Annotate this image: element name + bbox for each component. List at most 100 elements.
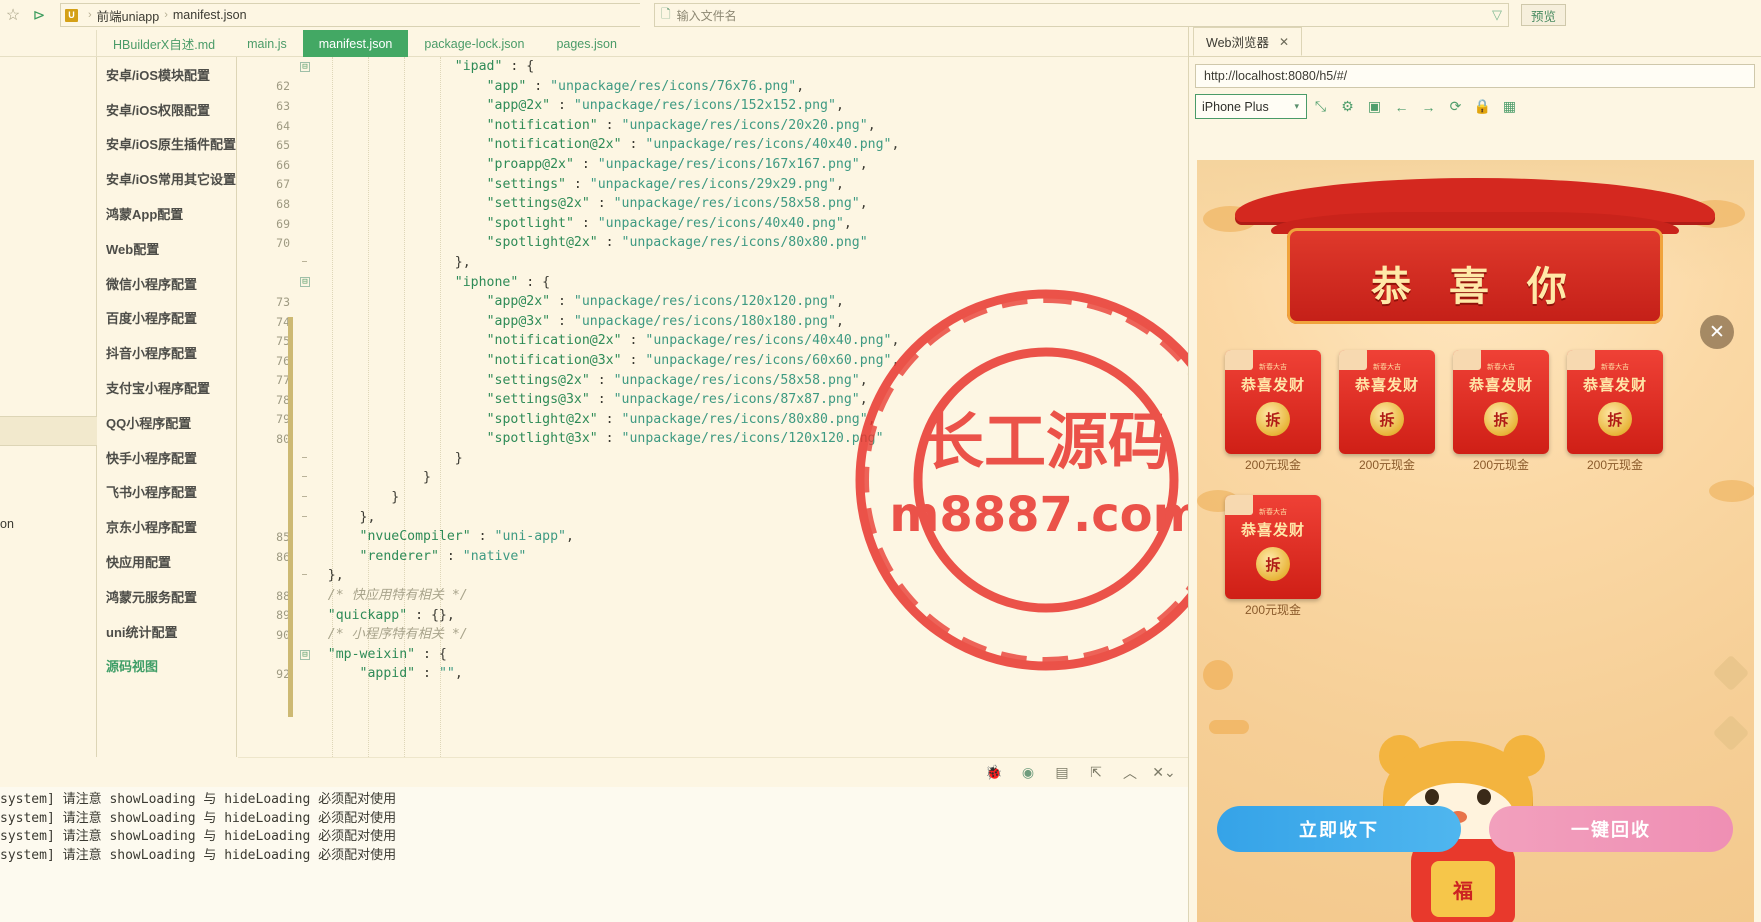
envelope-open-coin-button[interactable]: 拆 [1256,547,1290,581]
code-line[interactable]: }, [296,566,1188,586]
code-line[interactable]: /* 快应用特有相关 */ [296,586,1188,606]
tab-package-lock-json[interactable]: package-lock.json [408,30,540,57]
red-envelope-item[interactable]: 新春大吉 恭喜发财拆 200元现金 [1453,350,1549,473]
red-envelope-item[interactable]: 新春大吉 恭喜发财拆 200元现金 [1567,350,1663,473]
sidebar-item-3[interactable]: 安卓/iOS常用其它设置 [98,161,236,196]
sidebar-item-12[interactable]: 飞书小程序配置 [98,475,236,510]
sidebar-item-17[interactable]: 源码视图 [98,649,236,684]
one-key-recycle-button[interactable]: 一键回收 [1489,806,1733,852]
file-search-box[interactable]: 🗋 输入文件名 ▽ [654,3,1509,27]
browser-url-bar[interactable]: http://localhost:8080/h5/#/ [1195,64,1755,88]
code-line[interactable]: "notification@2x" : "unpackage/res/icons… [296,135,1188,155]
tab-manifest-json[interactable]: manifest.json [302,30,409,57]
code-line[interactable]: "settings@2x" : "unpackage/res/icons/58x… [296,194,1188,214]
device-select[interactable]: iPhone Plus ▾ [1195,94,1307,119]
sidebar-item-8[interactable]: 抖音小程序配置 [98,335,236,370]
code-line[interactable]: "spotlight@3x" : "unpackage/res/icons/12… [296,429,1188,449]
red-envelope-item[interactable]: 新春大吉 恭喜发财拆 200元现金 [1225,495,1321,618]
code-line[interactable]: "renderer" : "native" [296,547,1188,567]
code-line[interactable]: "spotlight@2x" : "unpackage/res/icons/80… [296,410,1188,430]
code-line[interactable]: }, [296,508,1188,528]
red-envelope-card[interactable]: 新春大吉 恭喜发财拆 [1339,350,1435,454]
console-output[interactable]: system] 请注意 showLoading 与 hideLoading 必须… [0,787,1188,922]
code-line[interactable]: "iphone" : { [296,273,1188,293]
sidebar-item-7[interactable]: 百度小程序配置 [98,301,236,336]
breadcrumb-file[interactable]: manifest.json [173,8,247,22]
bug-icon[interactable]: 🐞 [984,763,1004,783]
code-line[interactable]: "ipad" : { [296,57,1188,77]
play-icon[interactable]: ⊳ [26,2,52,28]
preview-button[interactable]: 预览 [1521,4,1567,26]
code-line[interactable]: "spotlight" : "unpackage/res/icons/40x40… [296,214,1188,234]
code-line[interactable]: "appid" : "", [296,664,1188,684]
device-preview-viewport[interactable]: 恭 喜 你 ✕ 新春大吉 恭喜发财拆 200元现金 新春大吉 恭喜发财拆 200元现金 新春… [1197,160,1754,922]
close-circle-icon[interactable]: ✕ [1700,315,1734,349]
code-line[interactable]: } [296,449,1188,469]
code-line[interactable]: } [296,468,1188,488]
code-line[interactable]: "app" : "unpackage/res/icons/76x76.png", [296,77,1188,97]
close-icon[interactable]: ✕ [1279,35,1289,49]
breadcrumb-project[interactable]: 前端uniapp [97,6,160,25]
eye-preview-icon[interactable]: ◉ [1018,763,1038,783]
gear-icon[interactable]: ⚙ [1334,94,1361,119]
layout-split-icon[interactable]: ▤ [1052,763,1072,783]
sidebar-item-1[interactable]: 安卓/iOS权限配置 [98,92,236,127]
sidebar-item-0[interactable]: 安卓/iOS模块配置 [98,57,236,92]
code-line[interactable]: /* 小程序特有相关 */ [296,625,1188,645]
file-search-placeholder[interactable]: 输入文件名 [677,7,737,24]
code-line[interactable]: "nvueCompiler" : "uni-app", [296,527,1188,547]
red-envelope-item[interactable]: 新春大吉 恭喜发财拆 200元现金 [1339,350,1435,473]
code-line[interactable]: "app@3x" : "unpackage/res/icons/180x180.… [296,312,1188,332]
code-line[interactable]: }, [296,253,1188,273]
red-envelope-card[interactable]: 新春大吉 恭喜发财拆 [1567,350,1663,454]
close-panel-icon[interactable]: ✕⌄ [1152,763,1175,783]
collapse-panel-icon[interactable]: ︿ [1120,763,1140,783]
code-line[interactable]: "app@2x" : "unpackage/res/icons/152x152.… [296,96,1188,116]
editor-scroll-marker[interactable] [288,317,293,717]
tab-hbuilderx-readme[interactable]: HBuilderX自述.md [97,30,231,57]
refresh-icon[interactable]: ⟳ [1442,94,1469,119]
sidebar-item-13[interactable]: 京东小程序配置 [98,509,236,544]
sidebar-item-4[interactable]: 鸿蒙App配置 [98,196,236,231]
sidebar-item-5[interactable]: Web配置 [98,231,236,266]
accept-now-button[interactable]: 立即收下 [1217,806,1461,852]
funnel-icon[interactable]: ▽ [1492,7,1502,23]
grid-icon[interactable]: ▦ [1496,94,1523,119]
open-external-icon[interactable]: ⇱ [1086,763,1106,783]
tab-pages-json[interactable]: pages.json [540,30,632,57]
code-line[interactable]: "mp-weixin" : { [296,645,1188,665]
code-line[interactable]: "settings@3x" : "unpackage/res/icons/87x… [296,390,1188,410]
envelope-open-coin-button[interactable]: 拆 [1256,402,1290,436]
code-line[interactable]: "notification@2x" : "unpackage/res/icons… [296,331,1188,351]
star-icon[interactable]: ☆ [0,2,26,28]
sidebar-item-9[interactable]: 支付宝小程序配置 [98,370,236,405]
sidebar-item-15[interactable]: 鸿蒙元服务配置 [98,579,236,614]
code-line[interactable]: } [296,488,1188,508]
code-line[interactable]: "quickapp" : {}, [296,606,1188,626]
red-envelope-card[interactable]: 新春大吉 恭喜发财拆 [1453,350,1549,454]
lock-icon[interactable]: 🔒 [1469,94,1496,119]
code-line[interactable]: "settings" : "unpackage/res/icons/29x29.… [296,175,1188,195]
code-editor[interactable]: ⊟ 62 63 64 65 66 67 68 69 70 ⊟ 73 74 75 76 77 78 79 80 85 86… [238,57,1188,757]
tab-main-js[interactable]: main.js [231,30,303,57]
red-envelope-card[interactable]: 新春大吉 恭喜发财拆 [1225,495,1321,599]
resize-icon[interactable]: ⤡ [1307,94,1334,119]
envelope-open-coin-button[interactable]: 拆 [1370,402,1404,436]
code-line[interactable]: "notification" : "unpackage/res/icons/20… [296,116,1188,136]
sidebar-item-16[interactable]: uni统计配置 [98,614,236,649]
console-icon[interactable]: ▣ [1361,94,1388,119]
breadcrumb[interactable]: U › 前端uniapp › manifest.json [60,3,640,27]
code-line[interactable]: "proapp@2x" : "unpackage/res/icons/167x1… [296,155,1188,175]
code-line[interactable]: "app@2x" : "unpackage/res/icons/120x120.… [296,292,1188,312]
code-text-area[interactable]: "ipad" : { "app" : "unpackage/res/icons/… [296,57,1188,757]
red-envelope-card[interactable]: 新春大吉 恭喜发财拆 [1225,350,1321,454]
code-line[interactable]: "settings@2x" : "unpackage/res/icons/58x… [296,371,1188,391]
envelope-open-coin-button[interactable]: 拆 [1484,402,1518,436]
sidebar-item-11[interactable]: 快手小程序配置 [98,440,236,475]
sidebar-item-6[interactable]: 微信小程序配置 [98,266,236,301]
forward-icon[interactable]: → [1415,94,1442,119]
sidebar-item-2[interactable]: 安卓/iOS原生插件配置 [98,127,236,162]
code-line[interactable]: "spotlight@2x" : "unpackage/res/icons/80… [296,233,1188,253]
code-line[interactable]: "notification@3x" : "unpackage/res/icons… [296,351,1188,371]
red-envelope-item[interactable]: 新春大吉 恭喜发财拆 200元现金 [1225,350,1321,473]
